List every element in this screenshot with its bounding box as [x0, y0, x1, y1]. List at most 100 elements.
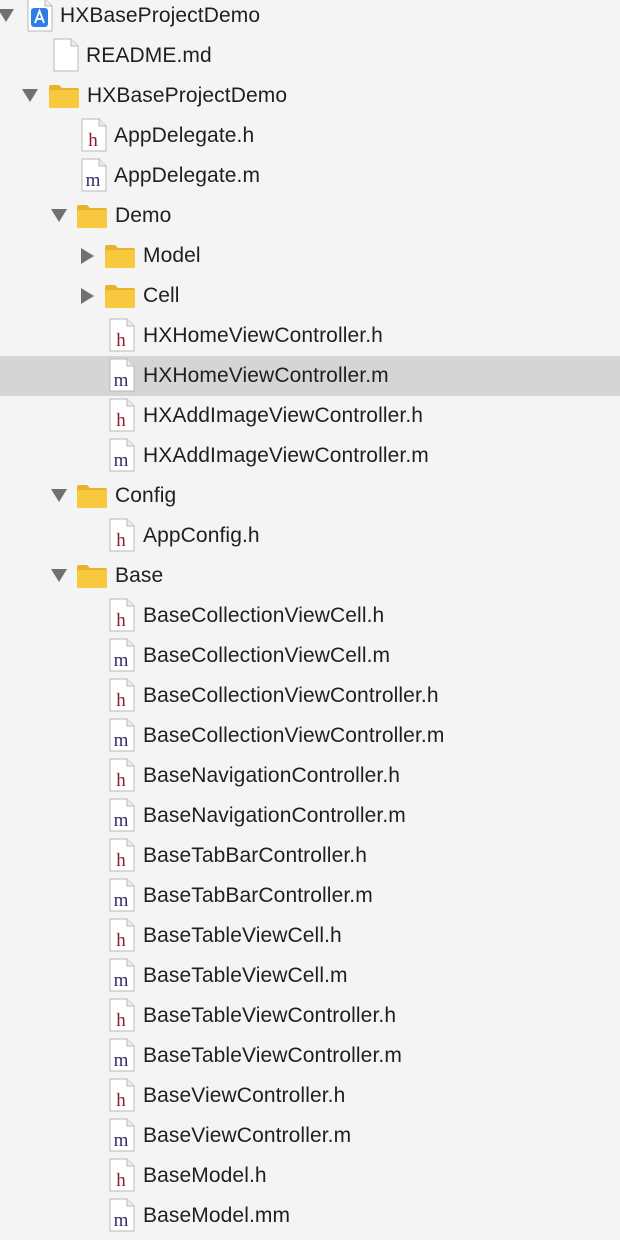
- svg-text:h: h: [116, 1090, 126, 1111]
- tree-row-folder[interactable]: Cell: [0, 276, 620, 316]
- implementation-file-icon: m: [108, 358, 136, 392]
- header-file-icon: h: [108, 598, 136, 632]
- disclosure-expanded-icon[interactable]: [0, 9, 14, 22]
- tree-row-implementation-file[interactable]: m HXAddImageViewController.m: [0, 436, 620, 476]
- tree-row-label: BaseTabBarController.m: [143, 884, 373, 907]
- tree-row-label: BaseViewController.h: [143, 1084, 346, 1107]
- tree-row-label: AppConfig.h: [143, 524, 260, 547]
- tree-row-implementation-file[interactable]: m BaseViewController.m: [0, 1116, 620, 1156]
- tree-row-label: BaseModel.mm: [143, 1204, 291, 1227]
- tree-row-header-file[interactable]: h HXAddImageViewController.h: [0, 396, 620, 436]
- project-navigator: HXBaseProjectDemo README.md HXBaseProjec…: [0, 0, 620, 1240]
- tree-row-label: AppDelegate.m: [114, 164, 261, 187]
- tree-row-label: HXAddImageViewController.h: [143, 404, 424, 427]
- implementation-file-icon: m: [108, 1038, 136, 1072]
- disclosure-collapsed-icon[interactable]: [81, 288, 94, 304]
- svg-text:m: m: [114, 730, 129, 751]
- tree-row-folder[interactable]: HXBaseProjectDemo: [0, 76, 620, 116]
- header-file-icon: h: [108, 758, 136, 792]
- tree-row-label: Config: [115, 484, 177, 507]
- tree-row-project[interactable]: HXBaseProjectDemo: [0, 0, 620, 36]
- folder-icon: [104, 243, 136, 269]
- implementation-file-icon: m: [108, 798, 136, 832]
- tree-row-folder[interactable]: Demo: [0, 196, 620, 236]
- tree-row-header-file[interactable]: h BaseNavigationController.h: [0, 756, 620, 796]
- tree-row-header-file[interactable]: h BaseTableViewController.h: [0, 996, 620, 1036]
- tree-row-file[interactable]: README.md: [0, 36, 620, 76]
- disclosure-expanded-icon[interactable]: [51, 569, 67, 582]
- tree-row-folder[interactable]: Model: [0, 236, 620, 276]
- folder-icon: [76, 483, 108, 509]
- tree-row-header-file[interactable]: h BaseViewController.h: [0, 1076, 620, 1116]
- implementation-file-icon: m: [108, 1118, 136, 1152]
- disclosure-expanded-icon[interactable]: [51, 209, 67, 222]
- svg-text:m: m: [114, 1050, 129, 1071]
- header-file-icon: h: [108, 1158, 136, 1192]
- tree-row-label: BaseNavigationController.m: [143, 804, 406, 827]
- svg-text:h: h: [116, 930, 126, 951]
- tree-row-header-file[interactable]: h AppDelegate.h: [0, 116, 620, 156]
- svg-text:m: m: [86, 170, 101, 191]
- disclosure-expanded-icon[interactable]: [51, 489, 67, 502]
- tree-row-label: Cell: [143, 284, 180, 307]
- tree-row-label: BaseTableViewController.m: [143, 1044, 402, 1067]
- tree-row-label: BaseTableViewController.h: [143, 1004, 397, 1027]
- tree-row-implementation-file[interactable]: m BaseTabBarController.m: [0, 876, 620, 916]
- tree-row-label: README.md: [86, 44, 212, 67]
- implementation-file-icon: m: [108, 718, 136, 752]
- svg-text:m: m: [114, 370, 129, 391]
- folder-icon: [48, 83, 80, 109]
- tree-row-label: HXBaseProjectDemo: [87, 84, 288, 107]
- tree-row-header-file[interactable]: h BaseTableViewCell.h: [0, 916, 620, 956]
- tree-row-header-file[interactable]: h BaseCollectionViewCell.h: [0, 596, 620, 636]
- implementation-file-icon: m: [108, 878, 136, 912]
- tree-row-implementation-file-selected[interactable]: m HXHomeViewController.m: [0, 356, 620, 396]
- tree-row-label: AppDelegate.h: [114, 124, 255, 147]
- tree-row-header-file[interactable]: h BaseCollectionViewController.h: [0, 676, 620, 716]
- implementation-file-icon: m: [80, 158, 108, 192]
- svg-text:m: m: [114, 1130, 129, 1151]
- tree-row-implementation-file[interactable]: m BaseCollectionViewController.m: [0, 716, 620, 756]
- folder-icon: [76, 203, 108, 229]
- implementation-file-icon: m: [108, 1198, 136, 1232]
- header-file-icon: h: [108, 318, 136, 352]
- header-file-icon: h: [108, 1078, 136, 1112]
- header-file-icon: h: [80, 118, 108, 152]
- tree-row-folder[interactable]: Base: [0, 556, 620, 596]
- svg-text:m: m: [114, 650, 129, 671]
- svg-text:m: m: [114, 970, 129, 991]
- implementation-file-icon: m: [108, 438, 136, 472]
- tree-row-label: BaseTableViewCell.h: [143, 924, 342, 947]
- tree-row-label: BaseTabBarController.h: [143, 844, 367, 867]
- tree-row-label: BaseTableViewCell.m: [143, 964, 348, 987]
- disclosure-collapsed-icon[interactable]: [81, 248, 94, 264]
- tree-row-header-file[interactable]: h BaseModel.h: [0, 1156, 620, 1196]
- tree-row-implementation-file[interactable]: m AppDelegate.m: [0, 156, 620, 196]
- tree-row-header-file[interactable]: h HXHomeViewController.h: [0, 316, 620, 356]
- svg-text:h: h: [116, 690, 126, 711]
- folder-icon: [76, 563, 108, 589]
- tree-row-label: HXHomeViewController.h: [143, 324, 383, 347]
- tree-row-header-file[interactable]: h BaseTabBarController.h: [0, 836, 620, 876]
- tree-row-label: HXBaseProjectDemo: [60, 4, 261, 27]
- implementation-file-icon: m: [108, 958, 136, 992]
- tree-row-folder[interactable]: Config: [0, 476, 620, 516]
- svg-text:h: h: [116, 770, 126, 791]
- tree-row-header-file[interactable]: h AppConfig.h: [0, 516, 620, 556]
- header-file-icon: h: [108, 518, 136, 552]
- tree-row-label: BaseModel.h: [143, 1164, 267, 1187]
- header-file-icon: h: [108, 678, 136, 712]
- tree-row-label: HXAddImageViewController.m: [143, 444, 429, 467]
- svg-text:h: h: [116, 610, 126, 631]
- disclosure-expanded-icon[interactable]: [22, 89, 38, 102]
- tree-row-implementation-file[interactable]: m BaseTableViewController.m: [0, 1036, 620, 1076]
- svg-text:h: h: [116, 1170, 126, 1191]
- tree-row-label: BaseCollectionViewCell.h: [143, 604, 385, 627]
- tree-row-implementation-file[interactable]: m BaseNavigationController.m: [0, 796, 620, 836]
- tree-row-implementation-file[interactable]: m BaseTableViewCell.m: [0, 956, 620, 996]
- folder-icon: [104, 283, 136, 309]
- tree-row-implementation-file[interactable]: m BaseCollectionViewCell.m: [0, 636, 620, 676]
- svg-text:h: h: [116, 850, 126, 871]
- svg-text:h: h: [116, 330, 126, 351]
- tree-row-implementation-file[interactable]: m BaseModel.mm: [0, 1196, 620, 1236]
